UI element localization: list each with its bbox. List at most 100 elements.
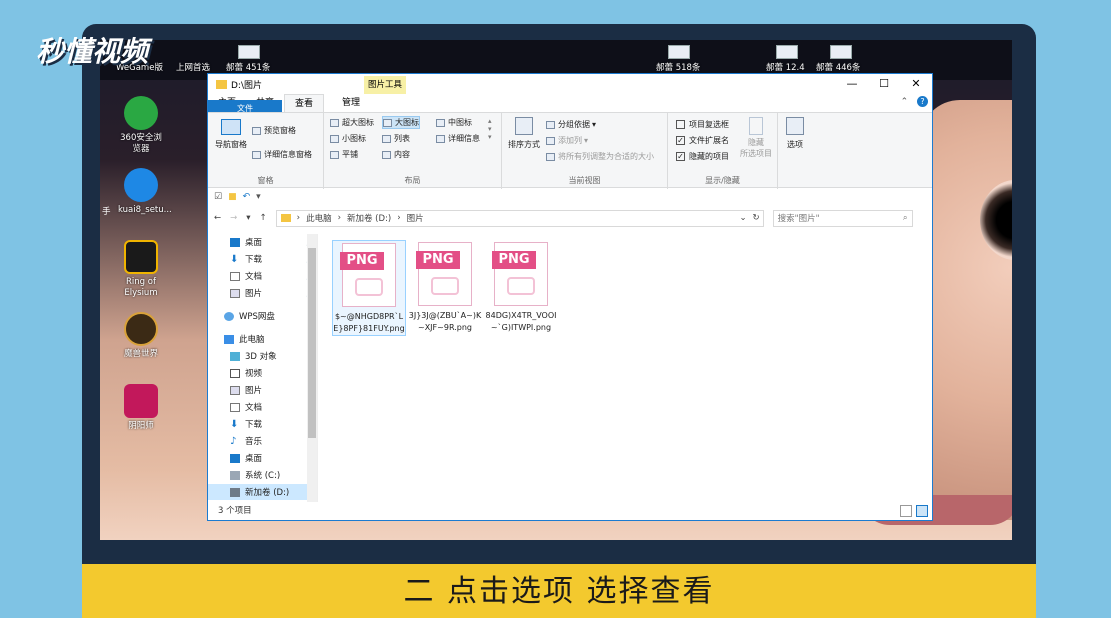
layout-list[interactable]: 列表 (382, 133, 410, 144)
kuai8-icon (124, 168, 158, 202)
nav-item-pictures-pc[interactable]: 图片 (230, 384, 262, 396)
file-item[interactable]: PNG 3J}3J@(ZBU`A~)K~XJF~9R.png (408, 240, 482, 334)
nav-item-this-pc[interactable]: 此电脑 (224, 333, 265, 345)
sort-by-button[interactable]: 排序方式 (508, 117, 540, 150)
computer-icon (224, 334, 234, 344)
tab-view[interactable]: 查看 (284, 94, 325, 112)
nav-item-pictures[interactable]: 图片📌 (230, 287, 315, 299)
details-view-icon[interactable] (900, 505, 912, 517)
layout-tiles[interactable]: 平铺 (330, 149, 358, 160)
game-icon (124, 240, 158, 274)
layout-xl-icons[interactable]: 超大图标 (330, 117, 374, 128)
breadcrumb-drive-d[interactable]: 新加卷 (D:) (347, 212, 391, 224)
document-icon (230, 402, 240, 412)
drive-icon (230, 487, 240, 497)
desktop-file-icon[interactable] (668, 45, 690, 59)
breadcrumb-this-pc[interactable]: 此电脑 (306, 212, 332, 224)
tiles-icon (330, 150, 339, 159)
file-item[interactable]: PNG $~@NHGD8PR`LE}8PF}81FUY.png (332, 240, 406, 336)
desktop-icon-wow[interactable]: 魔兽世界 (118, 312, 164, 360)
help-icon[interactable]: ? (917, 96, 928, 107)
nav-item-drive-d[interactable]: 新加卷 (D:) (208, 484, 308, 500)
desktop-file-icon[interactable] (776, 45, 798, 59)
forward-icon[interactable]: → (230, 213, 237, 223)
maximize-button[interactable]: ☐ (868, 74, 900, 94)
picture-icon (230, 385, 240, 395)
back-icon[interactable]: ← (214, 213, 221, 223)
desktop-icon-onmyoji[interactable]: 阴阳师 (118, 384, 164, 432)
collapse-ribbon-icon[interactable]: ⌃ (901, 97, 909, 107)
ribbon-controls: ⌃ ? (901, 96, 928, 107)
properties-icon[interactable]: ☑ (214, 192, 222, 202)
desktop-icon-kuai8[interactable]: kuai8_setu... (118, 168, 172, 216)
nav-scrollbar[interactable] (307, 234, 317, 502)
item-checkboxes-toggle[interactable]: 项目复选框 (676, 119, 729, 130)
large-icons-icon (383, 118, 392, 127)
layout-large-icons[interactable]: 大图标 (382, 116, 420, 129)
add-columns-button[interactable]: 添加列 ▾ (546, 135, 588, 146)
fit-columns-button[interactable]: 将所有列调整为合适的大小 (546, 151, 654, 162)
desktop-icon-360browser[interactable]: 360安全浏览器 (118, 96, 164, 155)
hidden-items-toggle[interactable]: ✓ 隐藏的项目 (676, 151, 729, 162)
content-icon (382, 150, 391, 159)
hide-selected-button[interactable]: 隐藏 所选项目 (740, 117, 772, 159)
nav-pane-button[interactable]: 导航窗格 (214, 119, 248, 150)
nav-item-wps-drive[interactable]: WPS网盘 (224, 310, 275, 322)
nav-item-drive-c[interactable]: 系统 (C:) (230, 469, 280, 481)
refresh-icon[interactable]: ↻ (753, 213, 760, 223)
desktop-file-icon[interactable] (238, 45, 260, 59)
recent-icon[interactable]: ▾ (246, 213, 250, 223)
browser-icon (124, 96, 158, 130)
title-bar[interactable]: D:\图片 图片工具 — ☐ ✕ (208, 74, 932, 94)
desktop-label-prefix: 手 (102, 207, 111, 217)
desktop-icon-ring-of-elysium[interactable]: Ring of Elysium (118, 240, 164, 299)
file-item[interactable]: PNG 84DG)X4TR_VOOI~`G)ITWPI.png (484, 240, 558, 334)
large-icons-view-icon[interactable] (916, 505, 928, 517)
group-by-button[interactable]: 分组依据 ▾ (546, 119, 596, 130)
nav-item-desktop[interactable]: 桌面📌 (230, 236, 315, 248)
layout-scroll[interactable]: ▴ ▾ ▾ (488, 117, 492, 141)
tab-manage[interactable]: 管理 (332, 94, 370, 112)
options-button[interactable]: 选项 (786, 117, 804, 150)
breadcrumb-pictures[interactable]: 图片 (407, 212, 424, 224)
video-icon (230, 368, 240, 378)
breadcrumb-separator: › (296, 213, 301, 223)
search-box[interactable]: 搜索"图片" ⌕ (772, 209, 913, 227)
layout-content[interactable]: 内容 (382, 149, 410, 160)
layout-medium-icons[interactable]: 中图标 (436, 117, 472, 128)
desktop-file-icon[interactable] (830, 45, 852, 59)
group-label: 当前视图 (568, 176, 601, 185)
scrollbar-thumb[interactable] (308, 248, 316, 438)
nav-item-downloads[interactable]: ⬇下载📌 (230, 253, 315, 265)
png-file-icon: PNG (492, 242, 548, 306)
fit-columns-icon (546, 152, 555, 161)
file-extensions-toggle[interactable]: ✓ 文件扩展名 (676, 135, 729, 146)
customize-toolbar-icon[interactable]: ▾ (256, 192, 261, 202)
music-icon: ♪ (230, 435, 237, 447)
layout-details[interactable]: 详细信息 (436, 133, 480, 144)
new-folder-icon[interactable]: ■ (228, 192, 237, 202)
address-bar[interactable]: › 此电脑 › 新加卷 (D:) › 图片 ⌄ ↻ (275, 209, 764, 227)
cloud-icon (224, 311, 234, 321)
nav-item-videos[interactable]: 视频 (230, 367, 262, 379)
details-pane-button[interactable]: 详细信息窗格 (252, 149, 312, 160)
file-list: PNG $~@NHGD8PR`LE}8PF}81FUY.png PNG 3J}3… (318, 234, 932, 502)
checkbox-checked: ✓ (676, 152, 685, 161)
nav-item-desktop-pc[interactable]: 桌面 (230, 452, 262, 464)
up-icon[interactable]: ↑ (260, 213, 267, 223)
undo-icon[interactable]: ↶ (243, 192, 251, 202)
nav-item-3d-objects[interactable]: 3D 对象 (230, 350, 277, 362)
preview-pane-button[interactable]: 预览窗格 (252, 125, 296, 136)
chevron-down-icon[interactable]: ⌄ (740, 213, 747, 223)
close-button[interactable]: ✕ (900, 74, 932, 94)
minimize-button[interactable]: — (836, 74, 868, 94)
group-by-icon (546, 120, 555, 129)
nav-item-documents-pc[interactable]: 文档 (230, 401, 262, 413)
nav-item-downloads-pc[interactable]: ⬇ 下载 (230, 418, 262, 430)
file-name: 3J}3J@(ZBU`A~)K~XJF~9R.png (408, 311, 482, 332)
nav-item-documents[interactable]: 文档📌 (230, 270, 315, 282)
chevron-down-icon: ▾ (488, 125, 492, 133)
game-icon (124, 312, 158, 346)
layout-small-icons[interactable]: 小图标 (330, 133, 366, 144)
nav-item-music[interactable]: ♪ 音乐 (230, 435, 262, 447)
